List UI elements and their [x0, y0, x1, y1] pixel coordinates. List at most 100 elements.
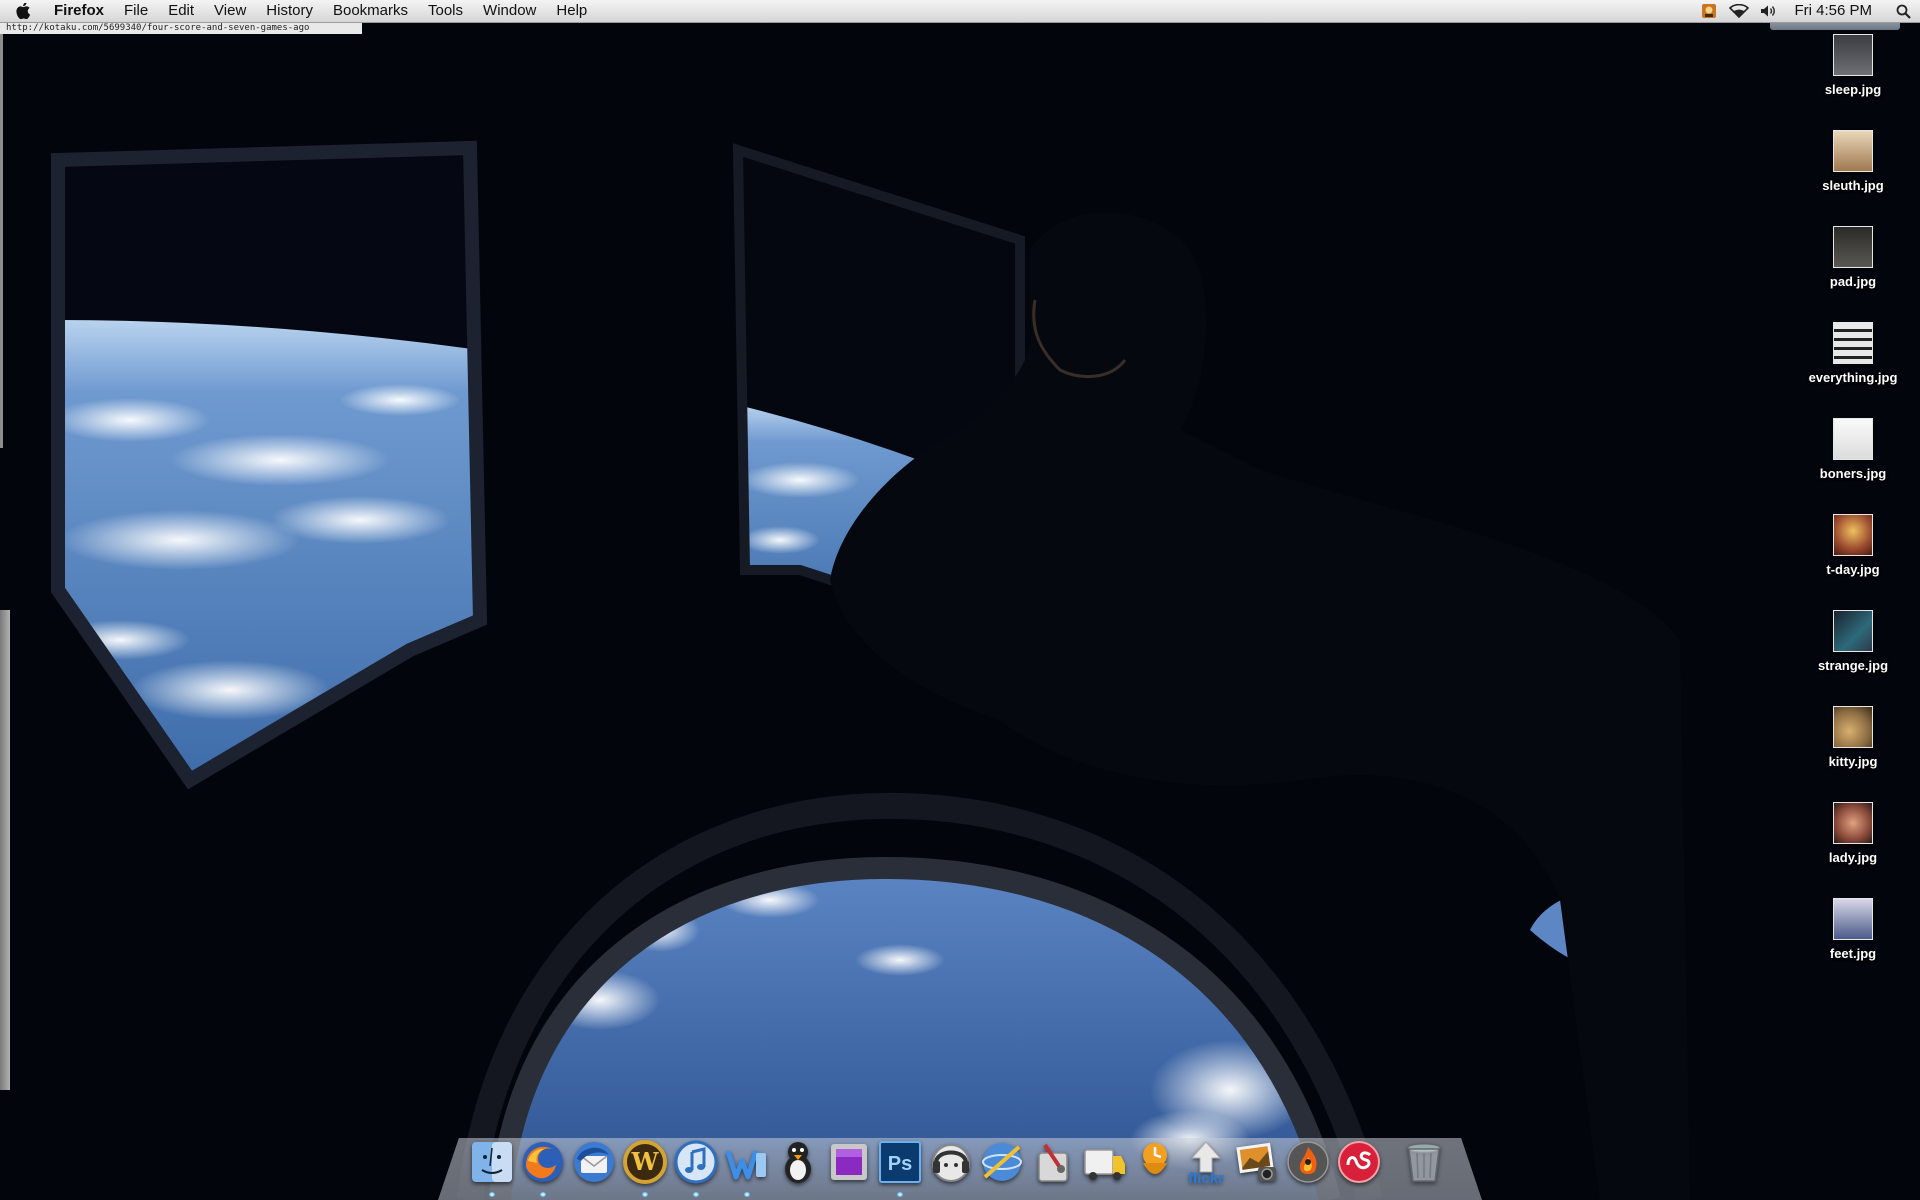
magnifier-glyph: [1896, 4, 1911, 19]
image-thumbnail: [1833, 322, 1873, 364]
menu-bookmarks[interactable]: Bookmarks: [323, 0, 418, 22]
dock-growl[interactable]: [1131, 1137, 1179, 1187]
world-of-warcraft-icon: W: [623, 1140, 667, 1184]
menu-bar: Firefox File Edit View History Bookmarks…: [0, 0, 1920, 23]
window-resize-strip: [1770, 22, 1900, 30]
image-thumbnail: [1833, 34, 1873, 76]
file-label: strange.jpg: [1817, 658, 1889, 673]
dock-trash[interactable]: [1400, 1137, 1448, 1187]
finder-icon: [472, 1142, 512, 1182]
desktop-file-t-day[interactable]: t-day.jpg: [1790, 514, 1916, 610]
photoshop-text: Ps: [888, 1153, 912, 1175]
dock-flickr-uploadr[interactable]: flickr: [1182, 1137, 1230, 1187]
lastfm-icon: [1338, 1141, 1380, 1183]
menu-view[interactable]: View: [204, 0, 256, 22]
dock-network-app[interactable]: [978, 1137, 1026, 1187]
dock-itunes[interactable]: [672, 1137, 720, 1197]
dock-utility-app[interactable]: [1029, 1137, 1077, 1187]
desktop-file-everything[interactable]: everything.jpg: [1790, 322, 1916, 418]
file-label: sleuth.jpg: [1822, 178, 1884, 193]
wifi-icon[interactable]: [1724, 0, 1754, 22]
apple-menu[interactable]: [0, 2, 46, 20]
status-bar-url: http://kotaku.com/5699340/four-score-and…: [0, 22, 362, 34]
firefox-icon: [523, 1142, 563, 1182]
headset-app-icon: [932, 1144, 970, 1182]
photoshop-icon: Ps: [879, 1141, 921, 1183]
dock-firefox[interactable]: [519, 1137, 567, 1197]
thunderbird-icon: [574, 1142, 614, 1182]
desktop-file-kitty[interactable]: kitty.jpg: [1790, 706, 1916, 802]
utility-app-icon: [1038, 1143, 1068, 1182]
apple-icon: [15, 2, 30, 19]
menu-file[interactable]: File: [114, 0, 158, 22]
dock-word[interactable]: [723, 1137, 771, 1197]
dock-burn[interactable]: [1284, 1137, 1332, 1187]
growl-icon: [1143, 1143, 1167, 1174]
dock: W Ps flickr: [468, 1132, 1448, 1197]
file-label: lady.jpg: [1828, 850, 1878, 865]
menu-app-name[interactable]: Firefox: [46, 0, 114, 22]
dock-transmit[interactable]: [1080, 1137, 1128, 1187]
image-thumbnail: [1833, 130, 1873, 172]
flickr-text: flickr: [1188, 1170, 1224, 1186]
iphoto-icon: [1236, 1142, 1276, 1181]
dock-iphoto[interactable]: [1233, 1137, 1281, 1187]
file-label: boners.jpg: [1819, 466, 1887, 481]
dock-headset-app[interactable]: [927, 1137, 975, 1187]
volume-icon[interactable]: [1754, 0, 1784, 22]
desktop-file-sleep[interactable]: sleep.jpg: [1790, 34, 1916, 130]
desktop-file-feet[interactable]: feet.jpg: [1790, 898, 1916, 994]
photo-app-icon[interactable]: [1694, 0, 1724, 22]
desktop-file-pad[interactable]: pad.jpg: [1790, 226, 1916, 322]
menu-history[interactable]: History: [256, 0, 323, 22]
menu-help[interactable]: Help: [546, 0, 597, 22]
desktop-file-strange[interactable]: strange.jpg: [1790, 610, 1916, 706]
file-label: everything.jpg: [1808, 370, 1898, 385]
dock-finder[interactable]: [468, 1137, 516, 1197]
burn-icon: [1287, 1141, 1329, 1183]
dock-purple-app[interactable]: [825, 1137, 873, 1187]
image-thumbnail: [1833, 706, 1873, 748]
dock-world-of-warcraft[interactable]: W: [621, 1137, 669, 1197]
running-indicator: [489, 1192, 495, 1197]
window-edge-left-lower[interactable]: [0, 610, 10, 1090]
file-label: kitty.jpg: [1828, 754, 1878, 769]
image-thumbnail: [1833, 802, 1873, 844]
menu-clock[interactable]: Fri 4:56 PM: [1784, 0, 1886, 22]
file-label: t-day.jpg: [1826, 562, 1880, 577]
flickr-uploadr-icon: flickr: [1188, 1141, 1224, 1186]
desktop-file-sleuth[interactable]: sleuth.jpg: [1790, 130, 1916, 226]
wow-letter: W: [631, 1147, 660, 1176]
image-thumbnail: [1833, 418, 1873, 460]
menu-edit[interactable]: Edit: [158, 0, 204, 22]
photo-app-glyph: [1702, 4, 1717, 18]
dock-thunderbird[interactable]: [570, 1137, 618, 1187]
image-thumbnail: [1833, 610, 1873, 652]
running-indicator: [744, 1192, 750, 1197]
trash-icon: [1407, 1143, 1441, 1182]
menu-tools[interactable]: Tools: [418, 0, 473, 22]
adium-icon: [785, 1142, 811, 1183]
image-thumbnail: [1833, 226, 1873, 268]
purple-app-icon: [831, 1144, 867, 1180]
menu-window[interactable]: Window: [473, 0, 546, 22]
dock-adium[interactable]: [774, 1137, 822, 1187]
desktop-file-boners[interactable]: boners.jpg: [1790, 418, 1916, 514]
volume-glyph: [1761, 5, 1776, 17]
dock-photoshop[interactable]: Ps: [876, 1137, 924, 1197]
running-indicator: [642, 1192, 648, 1197]
word-icon: [725, 1150, 766, 1180]
file-label: sleep.jpg: [1824, 82, 1882, 97]
wifi-glyph: [1729, 4, 1750, 18]
image-thumbnail: [1833, 514, 1873, 556]
spotlight-icon[interactable]: [1886, 4, 1920, 19]
desktop-file-lady[interactable]: lady.jpg: [1790, 802, 1916, 898]
running-indicator: [540, 1192, 546, 1197]
dock-lastfm[interactable]: [1335, 1137, 1383, 1187]
transmit-icon: [1084, 1149, 1125, 1180]
itunes-icon: [674, 1140, 718, 1184]
window-edge-left[interactable]: [0, 34, 3, 448]
desktop-wallpaper: [0, 0, 1920, 1200]
network-app-icon: [982, 1143, 1022, 1181]
running-indicator: [897, 1192, 903, 1197]
